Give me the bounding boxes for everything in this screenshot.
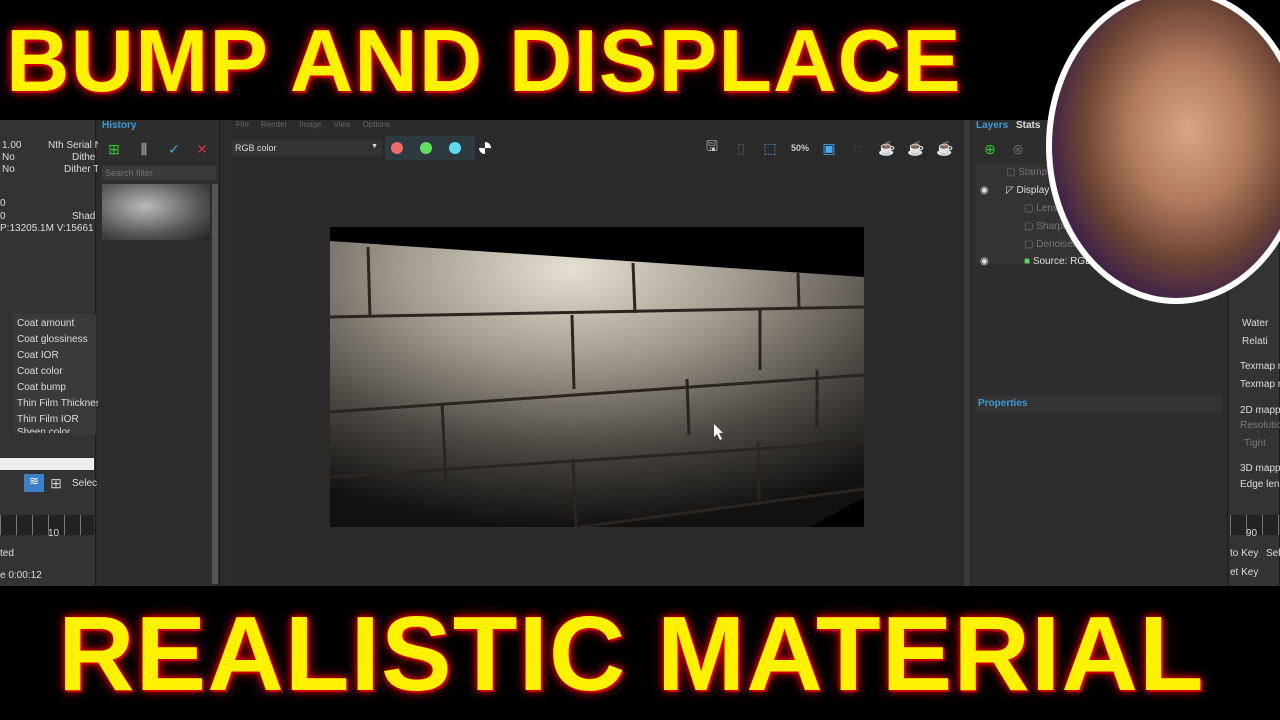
menu-item[interactable]: Sheen color (17, 427, 70, 433)
interactive-render-icon[interactable]: ◌ (848, 139, 868, 157)
stop-render-teapot-icon[interactable]: ☕ (906, 139, 926, 157)
properties-title: Properties (978, 398, 1028, 409)
param-value: 0 (0, 211, 6, 222)
param-value: No (2, 164, 15, 175)
alpha-channel-icon[interactable] (479, 142, 491, 154)
param-label: Shad (72, 211, 96, 222)
tab-stats[interactable]: Stats (1016, 120, 1040, 131)
param-label: Dithe (72, 152, 96, 163)
eye-icon[interactable]: ◉ (980, 256, 989, 267)
hierarchy-icon[interactable]: ⊞ (46, 474, 66, 492)
param-label: 2D mappin (1240, 405, 1280, 416)
ab-compare-icon[interactable]: ⫼ (134, 140, 154, 158)
fit-icon[interactable]: ▣ (819, 139, 839, 157)
param-label: Texmap m (1240, 379, 1280, 390)
progress-bar (0, 458, 94, 470)
param-value: No (2, 152, 15, 163)
render-teapot-icon[interactable]: ☕ (935, 139, 955, 157)
menu-render[interactable]: Render (261, 120, 287, 129)
add-layer-icon[interactable]: ⊕ (980, 140, 1000, 158)
headline-bottom: REALISTIC MATERIAL (58, 595, 1205, 713)
search-filter-input[interactable] (102, 166, 216, 180)
param-label: Edge leng (1240, 479, 1280, 490)
timeline-tick: 90 (1246, 528, 1258, 539)
auto-key-button[interactable]: to Key (1230, 548, 1258, 559)
param-value: 0 (0, 198, 6, 209)
properties-header: Properties (976, 396, 1222, 412)
layer-label: Stamp (1018, 167, 1048, 178)
memory-stats: P:13205.1M V:15661 (0, 223, 94, 234)
param-label: Dither T (64, 164, 100, 175)
load-history-icon[interactable]: ✓ (164, 140, 184, 158)
tab-history[interactable]: History (102, 120, 136, 131)
menu-item[interactable]: Coat bump (17, 382, 66, 393)
region-select-icon[interactable]: ⬚ (760, 139, 780, 157)
menu-bar: File Render Image View Options (236, 120, 390, 129)
checkbox-tight[interactable]: Tight (1244, 438, 1266, 449)
save-to-history-icon[interactable]: ⊞ (104, 140, 124, 158)
rgb-icon: ■ (1024, 256, 1031, 267)
menu-file[interactable]: File (236, 120, 249, 129)
tab-layers[interactable]: Layers (976, 120, 1008, 131)
layer-item[interactable]: ■ Source: RGB (1024, 256, 1092, 267)
render-teapot-disabled-icon[interactable]: ☕ (877, 139, 897, 157)
menu-item[interactable]: Coat amount (17, 318, 74, 329)
timeline-tick: 10 (48, 528, 60, 539)
set-key-button[interactable]: et Key (1230, 567, 1258, 578)
menu-view[interactable]: View (333, 120, 350, 129)
clear-icon[interactable]: ▯ (731, 139, 751, 157)
param-label: Texmap m (1240, 361, 1280, 372)
layer-label: Source: RGB (1032, 256, 1092, 267)
render-time: e 0:00:12 (0, 570, 42, 581)
param-label: 3D mappin (1240, 463, 1280, 474)
chevron-down-icon: ▼ (371, 143, 378, 150)
menu-item[interactable]: Thin Film Thickness (17, 398, 106, 409)
menu-item[interactable]: Coat color (17, 366, 63, 377)
checkbox-water[interactable]: Water (1242, 318, 1268, 329)
rendered-image-brick-wall (330, 227, 864, 527)
green-channel-icon[interactable] (420, 142, 432, 154)
menu-item[interactable]: Coat glossiness (17, 334, 88, 345)
history-thumbnail[interactable] (102, 184, 210, 240)
param-label: Resolution (1240, 420, 1280, 431)
status-text: ted (0, 548, 14, 559)
layer-item[interactable]: ▢ Stamp (1006, 167, 1047, 178)
menu-item[interactable]: Thin Film IOR (17, 414, 79, 425)
left-parameters-panel: 1.00 Nth Serial N No Dithe No Dither T 0… (0, 120, 106, 586)
eye-icon[interactable]: ◉ (980, 185, 989, 196)
headline-top: BUMP AND DISPLACE (6, 11, 962, 110)
delete-layer-icon[interactable]: ⊗ (1008, 140, 1028, 158)
blue-channel-icon[interactable] (449, 142, 461, 154)
param-label: Nth Serial N (48, 140, 102, 151)
param-value: 1.00 (2, 140, 22, 151)
menu-image[interactable]: Image (299, 120, 321, 129)
splitter[interactable] (964, 120, 970, 586)
channel-value: RGB color (235, 143, 277, 153)
selected-button[interactable]: Sele (1266, 548, 1280, 559)
zoom-50-icon[interactable]: 50% (790, 139, 810, 157)
save-icon[interactable]: 🖫 (702, 138, 722, 157)
zoom-label: 50% (790, 143, 809, 153)
scrollbar[interactable] (212, 184, 218, 584)
channel-select[interactable]: RGB color ▼ (232, 140, 382, 156)
select-button[interactable]: Selec (72, 478, 97, 489)
remove-history-icon[interactable]: ✕ (192, 140, 212, 158)
checkbox-relative[interactable]: Relati (1242, 336, 1268, 347)
red-channel-icon[interactable] (391, 142, 403, 154)
menu-item[interactable]: Coat IOR (17, 350, 59, 361)
timeline-ruler[interactable] (0, 515, 94, 535)
menu-options[interactable]: Options (363, 120, 391, 129)
history-panel: History ⊞ ⫼ ✓ ✕ (98, 120, 220, 586)
material-slot-menu: Coat amount Coat glossiness Coat IOR Coa… (14, 314, 106, 434)
layers-icon[interactable]: ≋ (24, 474, 44, 492)
